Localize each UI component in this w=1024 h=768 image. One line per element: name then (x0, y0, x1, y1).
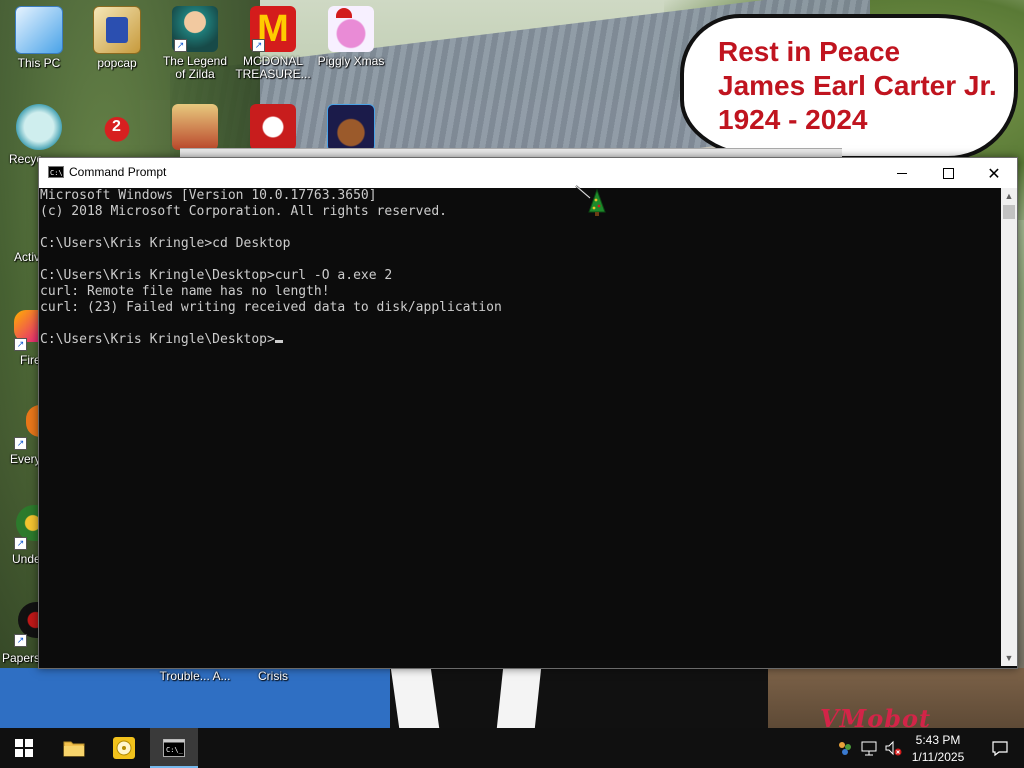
memorial-line: James Earl Carter Jr. (718, 70, 997, 101)
scrollbar-thumb[interactable] (1003, 205, 1015, 219)
clock-date[interactable]: 1/11/2025 (908, 750, 968, 764)
desktop-icon-crisis[interactable]: Crisis (235, 667, 311, 683)
close-button[interactable]: ✕ (971, 158, 1017, 188)
text-cursor (274, 340, 283, 343)
desktop-icon-app[interactable] (313, 104, 389, 152)
console-line: Microsoft Windows [Version 10.0.17763.36… (40, 188, 377, 203)
folder-icon (93, 6, 141, 54)
command-prompt-window[interactable]: C:\ Command Prompt ✕ Microsoft Windows [… (38, 157, 1018, 669)
clock-time[interactable]: 5:43 PM (908, 733, 968, 747)
console-line: curl: Remote file name has no length! (40, 284, 330, 299)
desktop-icon-label: Trouble... A... (159, 669, 231, 683)
network-icon[interactable] (860, 739, 878, 757)
desktop-icon-mcdonald-treasure[interactable]: M ↗ MCDONAL TREASURE... (235, 6, 311, 81)
shortcut-arrow-icon: ↗ (174, 39, 187, 52)
console-line: curl: (23) Failed writing received data … (40, 300, 502, 315)
minimize-icon (897, 172, 907, 174)
desktop-icon-app[interactable]: 2 (79, 104, 155, 150)
console-line: C:\Users\Kris Kringle\Desktop>curl -O a.… (40, 268, 393, 283)
file-explorer-icon (63, 741, 85, 757)
disc-app-icon (113, 737, 135, 759)
taskbar: C:\_ 5:43 PM 1/11/2025 (0, 728, 1024, 768)
desktop-icon-label: MCDONAL TREASURE... (235, 54, 311, 81)
desktop-icon-label: Unde (12, 552, 41, 566)
desktop-icon-trouble[interactable]: Trouble... A... (157, 667, 233, 683)
console-prompt-line[interactable]: C:\Users\Kris Kringle\Desktop> (40, 332, 1000, 348)
desktop-icon-label: Every (10, 452, 41, 466)
file-explorer-button[interactable] (50, 728, 98, 768)
svg-text:C:\_: C:\_ (166, 746, 184, 754)
wallpaper-stripe (496, 668, 542, 728)
desktop-icon-app[interactable] (235, 104, 311, 150)
memorial-line: 1924 - 2024 (718, 104, 868, 135)
maximize-icon (942, 167, 954, 179)
desktop-icon-legend-of-zilda[interactable]: ↗ The Legend of Zilda (157, 6, 233, 81)
command-prompt-icon: C:\ (48, 166, 64, 178)
start-button[interactable] (0, 728, 48, 768)
maximize-button[interactable] (925, 158, 971, 188)
desktop-icon-this-pc[interactable]: This PC (1, 6, 77, 70)
recycle-bin-icon (16, 104, 62, 150)
desktop-icon-label: The Legend of Zilda (162, 54, 228, 81)
notification-icon (992, 741, 1008, 757)
game-icon (172, 104, 218, 150)
shortcut-arrow-icon: ↗ (14, 634, 27, 647)
console-line: (c) 2018 Microsoft Corporation. All righ… (40, 204, 447, 219)
console-prompt: C:\Users\Kris Kringle\Desktop> (40, 332, 275, 347)
computer-icon (15, 6, 63, 54)
window-title: Command Prompt (69, 165, 167, 179)
command-prompt-taskbar-button[interactable]: C:\_ (150, 728, 198, 768)
wallpaper-stripe (390, 668, 440, 728)
desktop-icon-label: popcap (97, 56, 137, 70)
wallpaper-ground (390, 668, 770, 728)
desktop-icon-popcap[interactable]: popcap (79, 6, 155, 70)
volume-muted-icon[interactable] (884, 739, 902, 757)
bear-icon (327, 104, 375, 152)
memorial-bubble: Rest in Peace James Earl Carter Jr. 1924… (680, 14, 1018, 160)
title-bar[interactable]: C:\ Command Prompt ✕ (39, 158, 1017, 188)
desktop-icon-label: This PC (17, 56, 61, 70)
desktop-icon-label: Papers (2, 651, 41, 665)
shortcut-arrow-icon: ↗ (252, 39, 265, 52)
shortcut-arrow-icon: ↗ (14, 338, 27, 351)
command-prompt-icon: C:\_ (163, 739, 185, 757)
watermark: VMobot (820, 704, 932, 728)
desktop-icon-app[interactable] (157, 104, 233, 150)
action-center-button[interactable] (976, 728, 1024, 768)
console-line: C:\Users\Kris Kringle>cd Desktop (40, 236, 291, 251)
people-icon[interactable] (836, 739, 854, 757)
desktop-icon-activ[interactable]: Activ (0, 248, 40, 264)
pig-icon (328, 6, 374, 52)
console-output[interactable]: Microsoft Windows [Version 10.0.17763.36… (40, 188, 1000, 666)
start-icon (15, 739, 33, 757)
pinned-app-button[interactable] (100, 728, 148, 768)
snowman-icon (250, 104, 296, 150)
vertical-scrollbar[interactable]: ▲ ▼ (1001, 188, 1017, 666)
desktop-icon-label: Activ (14, 250, 41, 264)
desktop-icon-label: Crisis (258, 669, 288, 683)
desktop-icon-label: Piggly Xmas (317, 54, 385, 68)
desktop-icon-piggly-xmas[interactable]: Piggly Xmas (313, 6, 389, 68)
scroll-down-icon[interactable]: ▼ (1001, 650, 1017, 666)
winged-badge-icon: 2 (94, 104, 140, 150)
mouse-pointer-tree-icon (575, 185, 606, 216)
minimize-button[interactable] (879, 158, 925, 188)
mcdonalds-icon: M ↗ (250, 6, 296, 52)
scroll-up-icon[interactable]: ▲ (1001, 188, 1017, 204)
shortcut-arrow-icon: ↗ (14, 437, 27, 450)
memorial-line: Rest in Peace (718, 36, 901, 67)
game-icon: ↗ (172, 6, 218, 52)
shortcut-arrow-icon: ↗ (14, 537, 27, 550)
close-icon: ✕ (987, 163, 1001, 183)
